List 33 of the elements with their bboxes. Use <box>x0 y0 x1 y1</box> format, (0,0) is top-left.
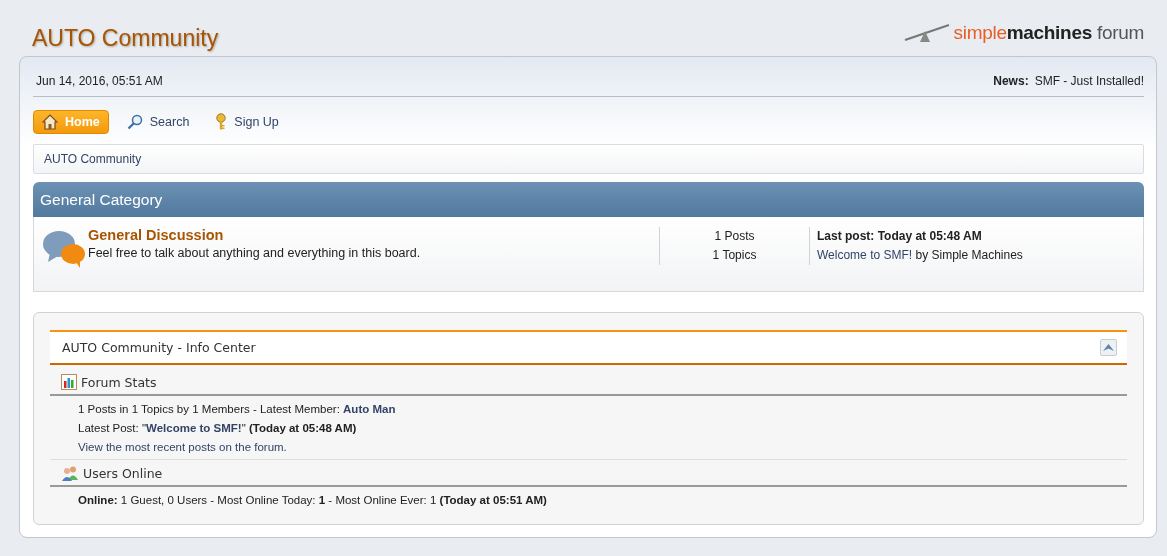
last-post-info: Welcome to SMF! by Simple Machines <box>817 247 1024 264</box>
logo-text: simplemachines forum <box>953 22 1144 44</box>
topics-count: 1 Topics <box>711 247 758 264</box>
up-arrow-icon <box>1103 344 1114 351</box>
board-description: Feel free to talk about anything and everything in this board. <box>88 246 422 260</box>
house-icon <box>42 114 58 130</box>
stats-line: Online: 1 Guest, 0 Users - Most Online Today: 1 - Most Online Ever: 1 (Today at 05:51 AM) <box>78 493 548 508</box>
users-icon <box>61 465 79 481</box>
seesaw-icon <box>903 23 950 43</box>
date-text: Jun 14, 2016, 05:51 AM <box>36 74 163 88</box>
news-text: News: SMF - Just Installed! <box>993 74 1144 88</box>
recent-posts-link[interactable]: View the most recent posts on the forum. <box>78 441 287 453</box>
menu-item[interactable]: Search <box>118 111 198 133</box>
post-link[interactable]: Welcome to SMF! <box>146 422 242 434</box>
site-title: AUTO Community <box>32 25 219 52</box>
info-center-title: AUTO Community - Info Center <box>62 340 256 355</box>
stats-line: Latest Post: "Welcome to SMF!" (Today at 05:48 AM) <box>78 421 358 436</box>
posts-count: 1 Posts <box>713 228 756 245</box>
bar-chart-icon <box>61 374 77 390</box>
last-post-time: Last post: Today at 05:48 AM <box>817 228 983 245</box>
section-title: Forum Stats <box>81 374 157 390</box>
collapse-button[interactable] <box>1100 339 1117 356</box>
category-header: General Category <box>33 182 1144 217</box>
topic-link[interactable]: Welcome to SMF! <box>817 248 913 262</box>
stats-line: 1 Posts in 1 Topics by 1 Members - Latest Member: Auto Man <box>78 402 397 417</box>
section-title: Users Online <box>83 465 163 481</box>
menu-item[interactable]: Sign Up <box>207 110 287 134</box>
speech-bubbles-icon <box>42 229 86 269</box>
key-icon <box>215 113 228 131</box>
board-title-link[interactable]: General Discussion <box>88 227 224 243</box>
post-link[interactable]: Auto Man <box>343 403 396 415</box>
breadcrumb-link[interactable]: AUTO Community <box>44 152 142 166</box>
search-icon <box>126 114 143 130</box>
